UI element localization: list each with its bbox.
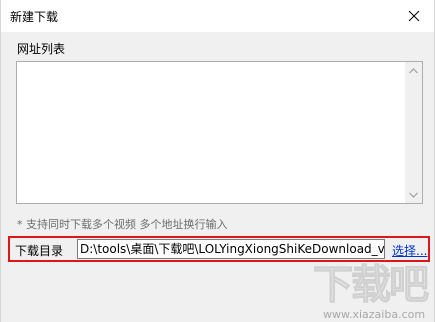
close-icon [408, 10, 420, 22]
download-directory-input[interactable]: D:\tools\桌面\下载吧\LOLYingXiongShiKeDownloa… [77, 239, 385, 259]
browse-directory-link[interactable]: 选择... [392, 242, 427, 259]
url-list-textarea[interactable] [16, 61, 423, 204]
close-button[interactable] [394, 0, 434, 32]
watermark-logo: 下载吧 [313, 262, 430, 309]
scroll-up-arrow-icon [409, 67, 418, 73]
watermark-url: www.xiazaiba.com [323, 308, 426, 321]
url-list-label: 网址列表 [17, 42, 66, 56]
scroll-down-arrow-icon [409, 192, 418, 198]
download-directory-row: 下载目录 D:\tools\桌面\下载吧\LOLYingXiongShiKeDo… [8, 236, 430, 262]
download-directory-label: 下载目录 [15, 244, 64, 258]
multi-url-hint: * 支持同时下载多个视频 多个地址换行输入 [17, 218, 228, 231]
title-bar: 新建下载 [1, 0, 434, 32]
scroll-up-button[interactable] [405, 62, 422, 79]
scroll-down-button[interactable] [405, 186, 422, 203]
url-list-scrollbar[interactable] [405, 62, 422, 203]
dialog-title: 新建下载 [10, 10, 59, 24]
new-download-dialog: 新建下载 网址列表 * 支持同时下载多个视频 多个地址换行输入 下载目录 D:\… [0, 0, 435, 322]
